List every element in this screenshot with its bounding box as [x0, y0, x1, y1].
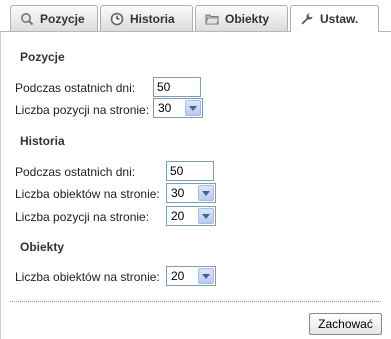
- pozycje-days-input[interactable]: [153, 77, 201, 97]
- section-title-pozycje: Pozycje: [20, 50, 65, 64]
- pozycje-days-label: Podczas ostatnich dni:: [15, 81, 136, 95]
- save-button[interactable]: Zachować: [309, 313, 382, 335]
- section-title-obiekty: Obiekty: [20, 240, 65, 254]
- wrench-icon: [300, 12, 314, 26]
- chevron-down-icon[interactable]: [198, 185, 214, 201]
- tab-ustaw[interactable]: Ustaw.: [290, 5, 379, 32]
- historia-positions-per-page-select[interactable]: 20: [166, 206, 216, 226]
- historia-objects-per-page-select[interactable]: 30: [166, 183, 216, 203]
- select-value: 30: [171, 186, 185, 200]
- select-value: 30: [158, 101, 172, 115]
- historia-objects-per-page-label: Liczba obiektów na stronie:: [15, 187, 160, 201]
- obiekty-objects-per-page-select[interactable]: 20: [166, 266, 216, 286]
- chevron-down-icon[interactable]: [198, 268, 214, 284]
- historia-days-input[interactable]: [166, 161, 214, 181]
- tab-historia[interactable]: Historia: [100, 5, 193, 31]
- obiekty-objects-per-page-label: Liczba obiektów na stronie:: [15, 270, 160, 284]
- pozycje-per-page-select[interactable]: 30: [153, 98, 203, 118]
- tab-label: Obiekty: [225, 11, 270, 26]
- tab-pozycje[interactable]: Pozycje: [10, 5, 98, 31]
- clock-icon: [110, 12, 124, 26]
- tab-label: Ustaw.: [320, 12, 359, 26]
- divider: [10, 301, 381, 302]
- chevron-down-icon[interactable]: [198, 208, 214, 224]
- section-title-historia: Historia: [20, 134, 65, 148]
- tab-label: Historia: [130, 11, 175, 26]
- tab-label: Pozycje: [40, 11, 85, 26]
- historia-days-label: Podczas ostatnich dni:: [15, 165, 136, 179]
- search-icon: [20, 12, 34, 26]
- historia-positions-per-page-label: Liczba pozycji na stronie:: [15, 210, 150, 224]
- chevron-down-icon[interactable]: [185, 100, 201, 116]
- tab-obiekty[interactable]: Obiekty: [195, 5, 288, 31]
- select-value: 20: [171, 269, 185, 283]
- folder-icon: [205, 12, 220, 26]
- tab-bar: Pozycje Historia Obiekty Ustaw.: [0, 0, 391, 32]
- select-value: 20: [171, 209, 185, 223]
- pozycje-per-page-label: Liczba pozycji na stronie:: [15, 103, 150, 117]
